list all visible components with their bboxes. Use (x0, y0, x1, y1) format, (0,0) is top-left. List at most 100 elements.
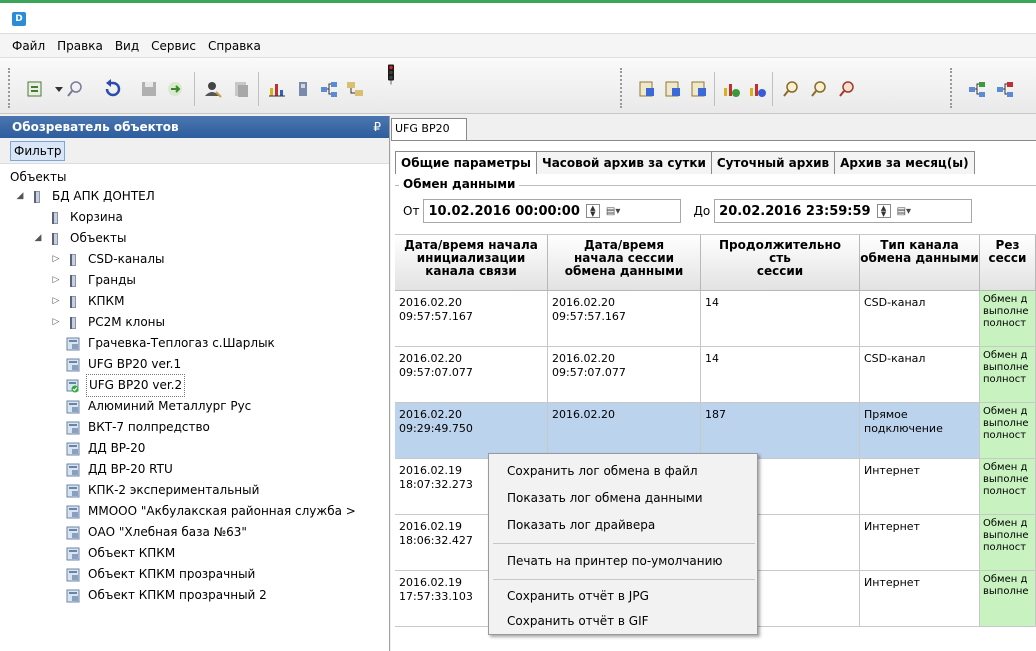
tree-db-node[interactable]: ◢ БД АПК ДОНТЕЛ (0, 186, 389, 207)
report-doc-icon[interactable] (662, 78, 684, 100)
tree-item[interactable]: КПК-2 экспериментальный (0, 480, 389, 501)
spin-updown-icon[interactable]: ▲ ▼ (876, 204, 891, 218)
chart-add-icon[interactable] (720, 78, 742, 100)
tree-csd-channels-node[interactable]: ▷ CSD-каналы (0, 249, 389, 270)
tab-monthly-archive[interactable]: Архив за месяц(ы) (834, 151, 975, 174)
tab-daily-archive[interactable]: Суточный архив (710, 151, 836, 174)
report-icon[interactable] (230, 78, 252, 100)
zoom-out-icon[interactable] (808, 78, 830, 100)
tree-trash-node[interactable]: Корзина (0, 207, 389, 228)
tree-remove-icon[interactable] (994, 78, 1016, 100)
table-row[interactable]: 2016.02.20 09:57:57.167 2016.02.20 09:57:… (395, 291, 1036, 347)
device-icon (66, 337, 80, 350)
tree-pc2m-clones-node[interactable]: ▷ PC2M клоны (0, 312, 389, 333)
tree-item-label: Грачевка-Теплогаз с.Шарлык (88, 336, 275, 350)
tree-item[interactable]: ДД BP-20 (0, 438, 389, 459)
network-icon[interactable] (344, 78, 366, 100)
col-result-header[interactable]: Рез сесси (980, 235, 1036, 291)
tree-kpkm-node[interactable]: ▷ КПКМ (0, 291, 389, 312)
expand-arrow-icon[interactable]: ▷ (50, 270, 62, 291)
menu-show-driver-log[interactable]: Показать лог драйвера (507, 518, 655, 532)
tree-item[interactable]: Объект КПКМ (0, 543, 389, 564)
filter-button[interactable]: Фильтр (10, 141, 66, 161)
tree-item[interactable]: ММООО "Акбулакская районная служба > (0, 501, 389, 522)
tree-item[interactable]: UFG BP20 ver.1 (0, 354, 389, 375)
tree-grands-node[interactable]: ▷ Гранды (0, 270, 389, 291)
menu-edit[interactable]: Правка (51, 39, 109, 53)
pin-icon[interactable]: ₽ (373, 116, 381, 138)
menu-save-jpg[interactable]: Сохранить отчёт в JPG (507, 589, 649, 603)
filter-bar: Фильтр (0, 138, 389, 164)
tree-item[interactable]: Алюминий Металлург Рус (0, 396, 389, 417)
tree-item[interactable]: ВКТ-7 полпредство (0, 417, 389, 438)
col-channel-type-header[interactable]: Тип канала обмена данными (860, 235, 980, 291)
expand-arrow-icon[interactable]: ▷ (50, 249, 62, 270)
toolbar-grip[interactable] (620, 68, 624, 108)
from-label: От (403, 204, 420, 218)
tree-objects-node[interactable]: ◢ Объекты (0, 228, 389, 249)
undo-icon[interactable] (102, 78, 124, 100)
calendar-dropdown-icon[interactable]: ▤▾ (606, 204, 630, 218)
search-icon[interactable] (64, 78, 86, 100)
device-icon[interactable] (292, 78, 314, 100)
tree-item-label: ОАО "Хлебная база №63" (88, 525, 247, 539)
menu-file[interactable]: Файл (6, 39, 51, 53)
document-tab[interactable]: UFG BP20 ver.2 (391, 118, 467, 155)
expand-arrow-icon[interactable]: ◢ (32, 228, 44, 249)
traffic-light-icon[interactable] (380, 64, 410, 108)
menu-save-exchange-log[interactable]: Сохранить лог обмена в файл (507, 464, 698, 478)
expand-arrow-icon[interactable]: ◢ (14, 186, 26, 207)
calendar-dropdown-icon[interactable]: ▤▾ (897, 204, 921, 218)
tree-item[interactable]: Объект КПКМ прозрачный (0, 564, 389, 585)
tree-structure-icon[interactable] (318, 78, 340, 100)
tree-item[interactable]: ДД BP-20 RTU (0, 459, 389, 480)
toolbar-grip[interactable] (950, 68, 954, 108)
col-init-time-header[interactable]: Дата/время начала инициализации канала с… (395, 235, 548, 291)
new-object-icon[interactable] (24, 78, 46, 100)
menu-save-gif[interactable]: Сохранить отчёт в GIF (507, 614, 649, 628)
user-settings-icon[interactable] (202, 78, 224, 100)
device-icon (66, 484, 80, 497)
tree-item[interactable]: ОАО "Хлебная база №63" (0, 522, 389, 543)
toolbar-grip[interactable] (8, 68, 12, 108)
report-doc-icon[interactable] (636, 78, 658, 100)
table-row[interactable]: 2016.02.20 09:29:49.750 2016.02.20 187 Прям… (395, 403, 1036, 459)
save-icon[interactable] (138, 78, 160, 100)
table-cell: 2016.02.20 (548, 403, 701, 458)
dropdown-arrow-icon[interactable] (48, 78, 63, 100)
forward-icon[interactable] (164, 78, 186, 100)
zoom-in-icon[interactable] (780, 78, 802, 100)
expand-arrow-icon[interactable]: ▷ (50, 291, 62, 312)
bar-chart-icon[interactable] (266, 78, 288, 100)
zoom-reset-icon[interactable] (836, 78, 858, 100)
report-doc-icon[interactable] (688, 78, 710, 100)
tree-item[interactable]: UFG BP20 ver.2 (0, 374, 389, 397)
from-date-picker[interactable]: 10.02.2016 00:00:00 ▲ ▼ ▤▾ (423, 199, 682, 223)
tree-item-label: ДД BP-20 RTU (88, 462, 173, 476)
to-date-picker[interactable]: 20.02.2016 23:59:59 ▲ ▼ ▤▾ (714, 199, 973, 223)
tree-add-icon[interactable] (966, 78, 988, 100)
tree-item[interactable]: Грачевка-Теплогаз с.Шарлык (0, 333, 389, 354)
expand-arrow-icon[interactable]: ▷ (50, 312, 62, 333)
tree-item-label: Объект КПКМ прозрачный (88, 567, 256, 581)
menu-show-exchange-log[interactable]: Показать лог обмена данными (507, 491, 703, 505)
tab-hourly-archive[interactable]: Часовой архив за сутки (536, 151, 712, 174)
toolbar-separator (772, 72, 773, 106)
menu-view[interactable]: Вид (109, 39, 145, 53)
device-icon (66, 526, 80, 539)
spin-updown-icon[interactable]: ▲ ▼ (585, 204, 600, 218)
title-bar: D (0, 0, 1036, 34)
menu-print-default[interactable]: Печать на принтер по-умолчанию (507, 554, 723, 568)
tree-item[interactable]: Объект КПКМ прозрачный 2 (0, 585, 389, 606)
menu-bar: Файл Правка Вид Сервис Справка (0, 34, 1036, 58)
menu-help[interactable]: Справка (202, 39, 267, 53)
col-session-start-header[interactable]: Дата/время начала сессии обмена данными (548, 235, 701, 291)
tab-general-params[interactable]: Общие параметры (395, 151, 537, 174)
object-explorer-header: Обозреватель объектов ₽ (0, 116, 389, 138)
menu-service[interactable]: Сервис (145, 39, 202, 53)
chart-remove-icon[interactable] (746, 78, 768, 100)
table-row[interactable]: 2016.02.20 09:57:07.077 2016.02.20 09:57:… (395, 347, 1036, 403)
object-explorer-panel: Обозреватель объектов ₽ Фильтр Объекты ◢… (0, 116, 390, 651)
col-duration-header[interactable]: Продолжительно сть сессии (701, 235, 860, 291)
device-icon (66, 547, 80, 560)
